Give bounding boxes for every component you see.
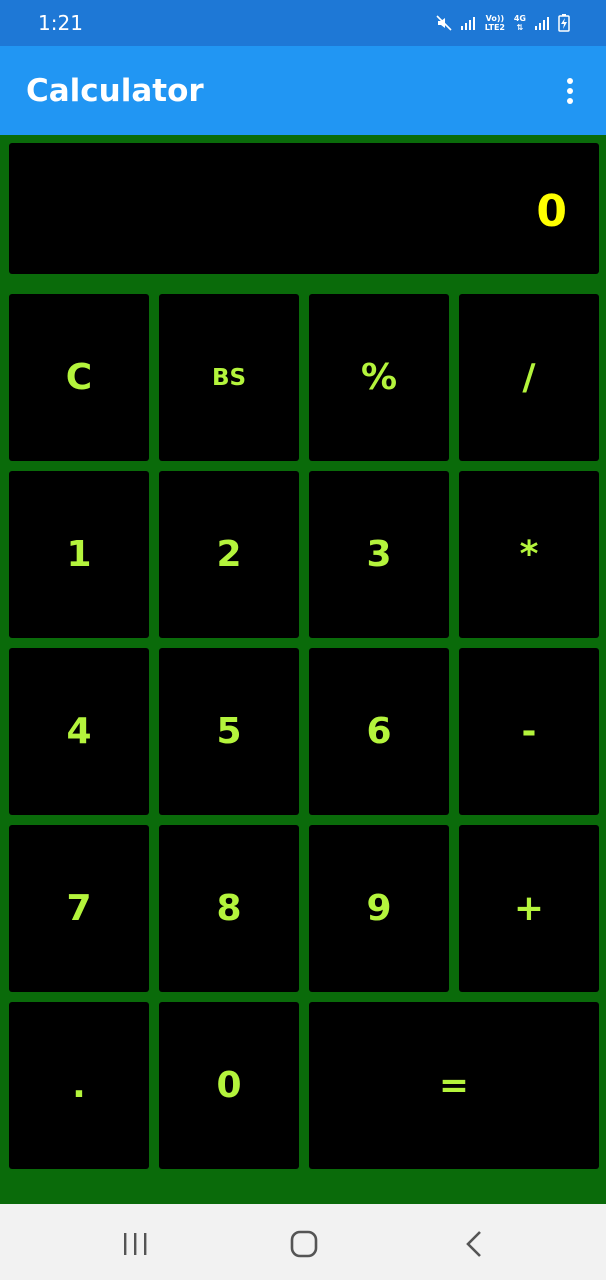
digit-5-button[interactable]: 5 <box>159 648 299 815</box>
result-display: 0 <box>9 143 599 274</box>
status-icons: Vo)) LTE2 4G ⇅ <box>436 12 570 34</box>
digit-4-button[interactable]: 4 <box>9 648 149 815</box>
add-button[interactable]: + <box>459 825 599 992</box>
decimal-button[interactable]: . <box>9 1002 149 1169</box>
app-bar: Calculator <box>0 46 606 135</box>
digit-9-button[interactable]: 9 <box>309 825 449 992</box>
network-label: Vo)) LTE2 <box>484 14 506 32</box>
network-4g: 4G ⇅ <box>514 14 526 32</box>
recent-apps-icon[interactable] <box>115 1228 155 1260</box>
network-volte: Vo)) LTE2 <box>484 14 505 32</box>
clear-button[interactable]: C <box>9 294 149 461</box>
multiply-button[interactable]: * <box>459 471 599 638</box>
network-4g-label: 4G <box>513 14 526 23</box>
digit-7-button[interactable]: 7 <box>9 825 149 992</box>
battery-icon <box>558 14 570 32</box>
digit-3-button[interactable]: 3 <box>309 471 449 638</box>
subtract-button[interactable]: - <box>459 648 599 815</box>
percent-button[interactable]: % <box>309 294 449 461</box>
signal-icon <box>460 17 475 30</box>
app-title: Calculator <box>26 73 204 109</box>
data-arrows-icon: ⇅ <box>516 23 524 32</box>
divide-button[interactable]: / <box>459 294 599 461</box>
equals-button[interactable]: = <box>309 1002 599 1169</box>
digit-2-button[interactable]: 2 <box>159 471 299 638</box>
digit-6-button[interactable]: 6 <box>309 648 449 815</box>
backspace-button[interactable]: BS <box>159 294 299 461</box>
system-nav-bar <box>0 1204 606 1280</box>
status-time: 1:21 <box>38 11 83 35</box>
display-value: 0 <box>536 186 567 237</box>
signal-icon <box>535 17 549 30</box>
home-icon[interactable] <box>284 1228 324 1260</box>
digit-0-button[interactable]: 0 <box>159 1002 299 1169</box>
back-icon[interactable] <box>454 1228 494 1260</box>
mute-icon <box>436 15 452 31</box>
status-bar: 1:21 Vo)) LTE2 4G ⇅ <box>0 0 606 46</box>
digit-8-button[interactable]: 8 <box>159 825 299 992</box>
more-vert-icon[interactable] <box>556 76 584 106</box>
digit-1-button[interactable]: 1 <box>9 471 149 638</box>
